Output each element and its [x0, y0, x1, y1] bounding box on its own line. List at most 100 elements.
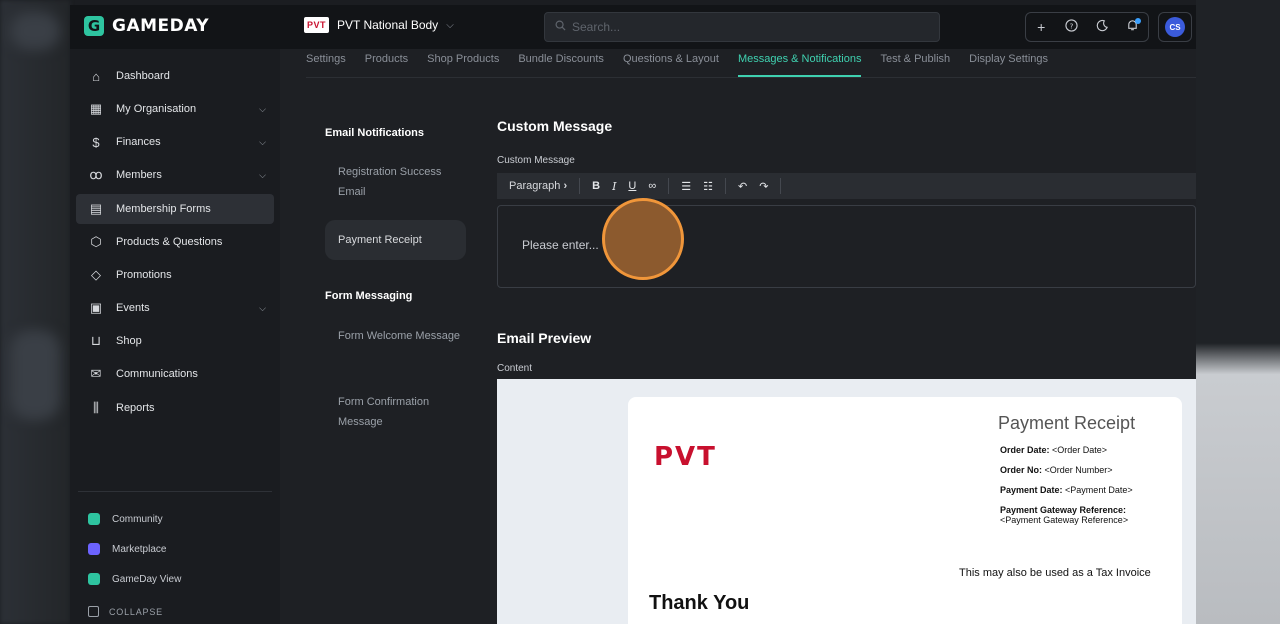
italic-icon[interactable]: I [612, 180, 616, 193]
email-preview-title: Email Preview [497, 330, 592, 346]
bold-icon[interactable]: B [592, 180, 600, 192]
org-switcher[interactable]: PVT PVT National Body ⌵ [304, 17, 454, 33]
custom-message-label: Custom Message [497, 155, 575, 166]
toolbar-divider [668, 178, 670, 194]
logo[interactable]: G GAMEDAY [84, 16, 209, 36]
sidebar-item-marketplace[interactable]: Marketplace [88, 543, 166, 555]
collapse-icon [88, 606, 99, 617]
receipt-title: Payment Receipt [998, 413, 1136, 433]
subnav-registration-success-email[interactable]: Registration Success Email [325, 162, 466, 202]
home-icon: ⌂ [92, 68, 100, 84]
avatar: CS [1165, 17, 1185, 37]
tab-settings[interactable]: Settings [306, 49, 346, 77]
chevron-down-icon: ⌵ [259, 136, 266, 147]
payment-date-line: Payment Date: <Payment Date> [1000, 485, 1133, 495]
sidebar-item-label: Dashboard [116, 70, 170, 82]
custom-message-title: Custom Message [497, 118, 613, 134]
tab-bundle-discounts[interactable]: Bundle Discounts [518, 49, 604, 77]
paragraph-label: Paragraph [509, 180, 561, 192]
tab-test-publish[interactable]: Test & Publish [880, 49, 950, 77]
tab-products[interactable]: Products [365, 49, 408, 77]
sidebar-item-members[interactable]: ꝏ Members ⌵ [76, 160, 274, 190]
sidebar-item-reports[interactable]: ⫼ Reports [76, 393, 274, 423]
chevron-right-icon: › [563, 180, 568, 192]
content-label: Content [497, 363, 533, 374]
marketplace-icon [88, 543, 100, 555]
receipt-card: PVT Payment Receipt Order Date: <Order D… [628, 397, 1182, 624]
sidebar-item-label: Community [112, 513, 163, 525]
undo-icon[interactable]: ↶ [738, 180, 747, 193]
sidebar: ⌂ Dashboard ▦ My Organisation ⌵ $ Financ… [70, 49, 280, 624]
link-icon[interactable]: ∞ [648, 180, 656, 192]
community-icon [88, 513, 100, 525]
notification-dot [1134, 18, 1141, 24]
sidebar-item-label: Shop [116, 335, 142, 347]
theme-toggle-icon[interactable] [1091, 19, 1113, 35]
toolbar-divider [579, 178, 581, 194]
mail-icon: ✉ [90, 366, 102, 381]
user-menu[interactable]: CS [1158, 12, 1192, 42]
users-icon: ꝏ [89, 167, 103, 182]
sidebar-item-events[interactable]: ▣ Events ⌵ [76, 293, 274, 323]
sidebar-item-my-organisation[interactable]: ▦ My Organisation ⌵ [76, 94, 274, 124]
building-icon: ▦ [89, 101, 103, 116]
sidebar-item-label: GameDay View [112, 573, 182, 585]
tab-questions-layout[interactable]: Questions & Layout [623, 49, 719, 77]
sidebar-item-products-questions[interactable]: ⬡ Products & Questions [76, 227, 274, 257]
search-input[interactable] [572, 20, 912, 34]
gateway-ref-line: Payment Gateway Reference: <Payment Gatew… [1000, 505, 1128, 525]
sidebar-item-dashboard[interactable]: ⌂ Dashboard [76, 61, 274, 91]
notification-bell-icon[interactable] [1122, 18, 1144, 35]
box-icon: ⬡ [90, 234, 102, 249]
underline-icon[interactable]: U [628, 180, 636, 192]
editor-toolbar: Paragraph › B I U ∞ ☰ ☷ ↶ ↷ [497, 173, 1196, 199]
click-indicator [602, 198, 684, 280]
receipt-logo: PVT [654, 442, 717, 472]
search-bar[interactable] [544, 12, 940, 42]
sidebar-item-finances[interactable]: $ Finances ⌵ [76, 127, 274, 157]
order-no-value: <Order Number> [1044, 465, 1113, 475]
tab-shop-products[interactable]: Shop Products [427, 49, 499, 77]
thank-you-heading: Thank You [649, 592, 750, 614]
collapse-button[interactable]: COLLAPSE [88, 606, 163, 617]
cart-icon: ⊔ [90, 333, 102, 348]
subnav-payment-receipt[interactable]: Payment Receipt [325, 220, 466, 260]
sidebar-item-label: My Organisation [116, 103, 197, 115]
chevron-down-icon: ⌵ [446, 19, 454, 31]
sidebar-item-gameday-view[interactable]: GameDay View [88, 573, 181, 585]
order-no-label: Order No: [1000, 465, 1043, 475]
bullet-list-icon[interactable]: ☰ [681, 180, 691, 193]
sidebar-item-communications[interactable]: ✉ Communications [76, 359, 274, 389]
calendar-icon: ▣ [89, 300, 103, 315]
paragraph-select[interactable]: Paragraph › [509, 180, 567, 192]
subnav-form-confirmation-message[interactable]: Form Confirmation Message [325, 392, 466, 432]
org-name: PVT National Body [337, 18, 439, 32]
subnav-form-welcome-message[interactable]: Form Welcome Message [325, 326, 466, 346]
sidebar-item-promotions[interactable]: ◇ Promotions [76, 260, 274, 290]
sidebar-divider [78, 491, 272, 492]
tab-messages-notifications[interactable]: Messages & Notifications [737, 49, 861, 77]
redo-icon[interactable]: ↷ [759, 180, 768, 193]
collapse-label: COLLAPSE [109, 606, 163, 617]
sidebar-item-membership-forms[interactable]: ▤ Membership Forms [76, 194, 274, 224]
header-actions: + ? [1025, 12, 1149, 42]
sidebar-item-label: Finances [116, 136, 161, 148]
order-date-line: Order Date: <Order Date> [1000, 445, 1107, 455]
background-left [0, 0, 70, 624]
tax-invoice-note: This may also be used as a Tax Invoice [959, 567, 1151, 579]
payment-date-value: <Payment Date> [1065, 485, 1133, 495]
editor-placeholder: Please enter... [522, 238, 599, 252]
brand-name: GAMEDAY [112, 16, 210, 36]
search-icon [555, 20, 566, 34]
help-icon[interactable]: ? [1061, 19, 1083, 35]
gateway-ref-label: Payment Gateway Reference: [1000, 505, 1127, 515]
add-icon[interactable]: + [1030, 19, 1052, 35]
numbered-list-icon[interactable]: ☷ [703, 180, 713, 193]
sidebar-item-community[interactable]: Community [88, 513, 163, 525]
sidebar-item-shop[interactable]: ⊔ Shop [76, 326, 274, 356]
sidebar-item-label: Membership Forms [116, 203, 211, 215]
chevron-down-icon: ⌵ [259, 169, 266, 180]
order-date-label: Order Date: [1000, 445, 1050, 455]
tab-display-settings[interactable]: Display Settings [969, 49, 1048, 77]
tabs-divider [306, 77, 1196, 78]
